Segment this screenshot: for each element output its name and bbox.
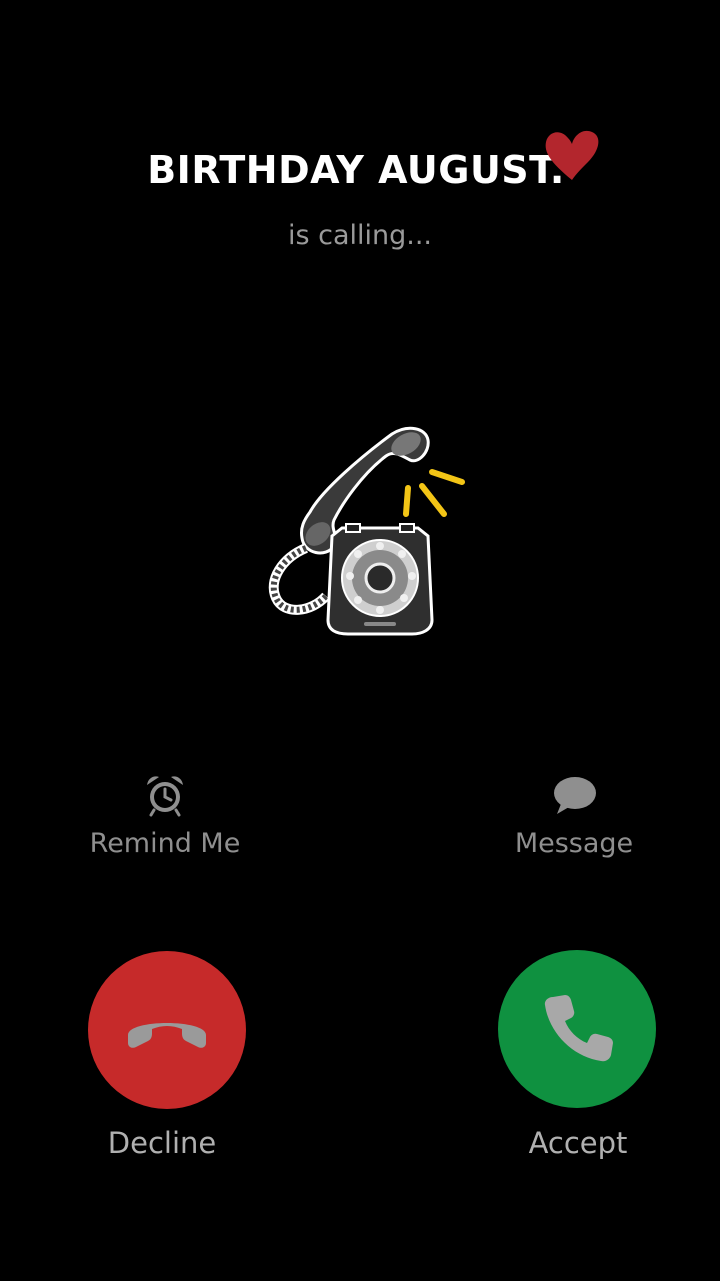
incoming-call-screen: BIRTHDAY AUGUST. is calling... Remind Me… (0, 0, 720, 1281)
message-button[interactable]: Message (464, 772, 684, 859)
hang-up-icon (128, 1023, 206, 1048)
accept-label: Accept (528, 1126, 628, 1160)
decline-label: Decline (107, 1126, 217, 1160)
remind-me-button[interactable]: Remind Me (55, 772, 275, 859)
chat-bubble-icon (554, 777, 596, 814)
decline-button[interactable] (88, 951, 246, 1109)
alarm-clock-icon (147, 776, 183, 817)
accept-button[interactable] (498, 950, 656, 1108)
caller-name: BIRTHDAY AUGUST. (147, 148, 565, 192)
heart-icon (545, 130, 599, 180)
remind-me-label: Remind Me (89, 828, 241, 859)
rotary-phone-icon (268, 426, 465, 636)
message-label: Message (514, 828, 634, 859)
phone-handset-icon (544, 995, 613, 1062)
call-status: is calling... (287, 220, 433, 251)
